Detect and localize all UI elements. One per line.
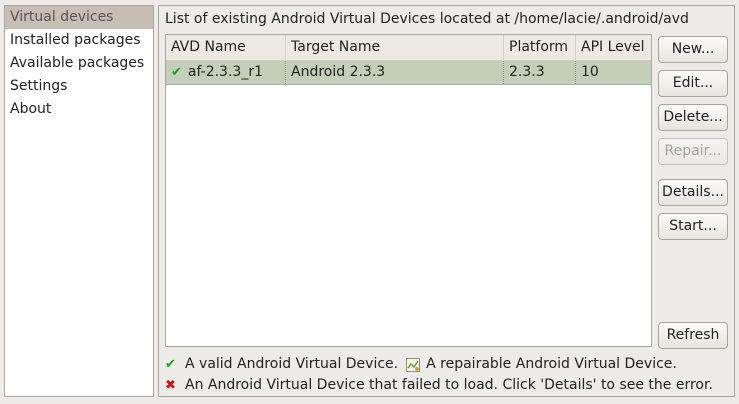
avd-table: AVD Name Target Name Platform API Level … xyxy=(165,34,652,347)
sidebar-nav: Virtual devices Installed packages Avail… xyxy=(4,5,154,397)
delete-button[interactable]: Delete... xyxy=(658,104,728,131)
legend-failed-text: An Android Virtual Device that failed to… xyxy=(185,377,713,393)
avd-name-text: af-2.3.3_r1 xyxy=(187,64,263,80)
cell-avd-name: ✔ af-2.3.3_r1 xyxy=(166,61,286,84)
cell-target-name: Android 2.3.3 xyxy=(286,61,504,84)
repair-icon xyxy=(406,357,421,372)
virtual-devices-panel: List of existing Android Virtual Devices… xyxy=(158,5,735,397)
cell-api-level: 10 xyxy=(581,64,599,80)
error-x-icon: ✖ xyxy=(165,378,176,393)
refresh-button[interactable]: Refresh xyxy=(658,322,728,349)
column-header-api-level[interactable]: API Level xyxy=(576,35,651,60)
sidebar-item-available-packages[interactable]: Available packages xyxy=(5,52,153,75)
table-header: AVD Name Target Name Platform API Level xyxy=(166,35,651,61)
column-header-platform[interactable]: Platform xyxy=(504,35,576,60)
sidebar-item-settings[interactable]: Settings xyxy=(5,75,153,98)
details-button[interactable]: Details... xyxy=(658,179,728,206)
repair-button[interactable]: Repair... xyxy=(658,138,728,165)
legend-line-valid: ✔ A valid Android Virtual Device. A repa… xyxy=(165,354,730,375)
column-header-avd-name[interactable]: AVD Name xyxy=(166,35,286,60)
check-icon: ✔ xyxy=(171,65,182,80)
check-icon: ✔ xyxy=(165,357,176,372)
table-row[interactable]: ✔ af-2.3.3_r1 Android 2.3.3 2.3.3 10 xyxy=(166,61,651,85)
new-button[interactable]: New... xyxy=(658,36,728,63)
sidebar-item-installed-packages[interactable]: Installed packages xyxy=(5,29,153,52)
cell-platform: 2.3.3 xyxy=(504,61,576,84)
panel-title: List of existing Android Virtual Devices… xyxy=(165,11,689,27)
column-header-target-name[interactable]: Target Name xyxy=(286,35,504,60)
sidebar-item-about[interactable]: About xyxy=(5,98,153,121)
legend-line-failed: ✖ An Android Virtual Device that failed … xyxy=(165,375,730,396)
sidebar-item-virtual-devices[interactable]: Virtual devices xyxy=(5,6,153,29)
start-button[interactable]: Start... xyxy=(658,213,728,240)
edit-button[interactable]: Edit... xyxy=(658,70,728,97)
legend-valid-text: A valid Android Virtual Device. xyxy=(185,356,399,372)
legend-repairable-text: A repairable Android Virtual Device. xyxy=(426,356,677,372)
legend: ✔ A valid Android Virtual Device. A repa… xyxy=(165,354,730,396)
